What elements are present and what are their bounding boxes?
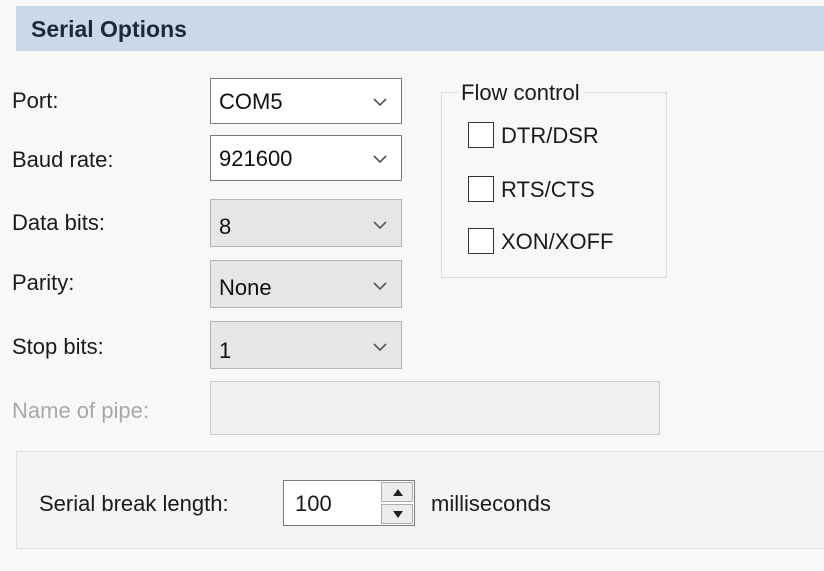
xon-xoff-label: XON/XOFF <box>501 229 614 254</box>
parity-label: Parity: <box>12 270 75 295</box>
chevron-down-icon <box>373 155 387 164</box>
triangle-down-icon <box>393 511 403 518</box>
port-combo[interactable]: COM5 <box>210 78 402 124</box>
chevron-down-icon <box>373 98 387 107</box>
parity-value: None <box>219 275 272 300</box>
data-bits-value: 8 <box>219 214 232 239</box>
section-title: Serial Options <box>31 16 187 42</box>
rts-cts-label: RTS/CTS <box>501 177 595 202</box>
xon-xoff-checkbox[interactable] <box>468 228 494 254</box>
serial-options-page: Serial Options Port: COM5 Baud rate: 921… <box>0 0 824 571</box>
dtr-dsr-label: DTR/DSR <box>501 123 599 148</box>
chevron-down-icon <box>373 282 387 291</box>
chevron-down-icon <box>373 221 387 230</box>
serial-break-spinbox[interactable]: 100 <box>283 480 415 526</box>
serial-break-value: 100 <box>295 491 332 516</box>
stop-bits-value: 1 <box>219 338 232 363</box>
milliseconds-unit-label: milliseconds <box>431 491 551 516</box>
spin-up-button[interactable] <box>381 482 413 502</box>
flow-control-legend: Flow control <box>458 80 583 106</box>
baud-rate-value: 921600 <box>219 146 293 171</box>
pipe-name-input <box>210 381 660 435</box>
rts-cts-checkbox[interactable] <box>468 176 494 202</box>
baud-rate-combo[interactable]: 921600 <box>210 135 402 181</box>
parity-combo[interactable]: None <box>210 260 402 308</box>
stop-bits-label: Stop bits: <box>12 334 104 359</box>
stop-bits-combo[interactable]: 1 <box>210 321 402 369</box>
pipe-name-label: Name of pipe: <box>12 398 149 423</box>
chevron-down-icon <box>373 343 387 352</box>
spin-down-button[interactable] <box>381 504 413 524</box>
spin-buttons <box>381 482 413 524</box>
port-label: Port: <box>12 88 59 113</box>
serial-break-label: Serial break length: <box>39 491 229 516</box>
data-bits-label: Data bits: <box>12 210 105 235</box>
data-bits-combo[interactable]: 8 <box>210 199 402 247</box>
section-header: Serial Options <box>16 6 824 51</box>
port-value: COM5 <box>219 89 283 114</box>
dtr-dsr-checkbox[interactable] <box>468 122 494 148</box>
baud-rate-label: Baud rate: <box>12 147 114 172</box>
triangle-up-icon <box>393 489 403 496</box>
